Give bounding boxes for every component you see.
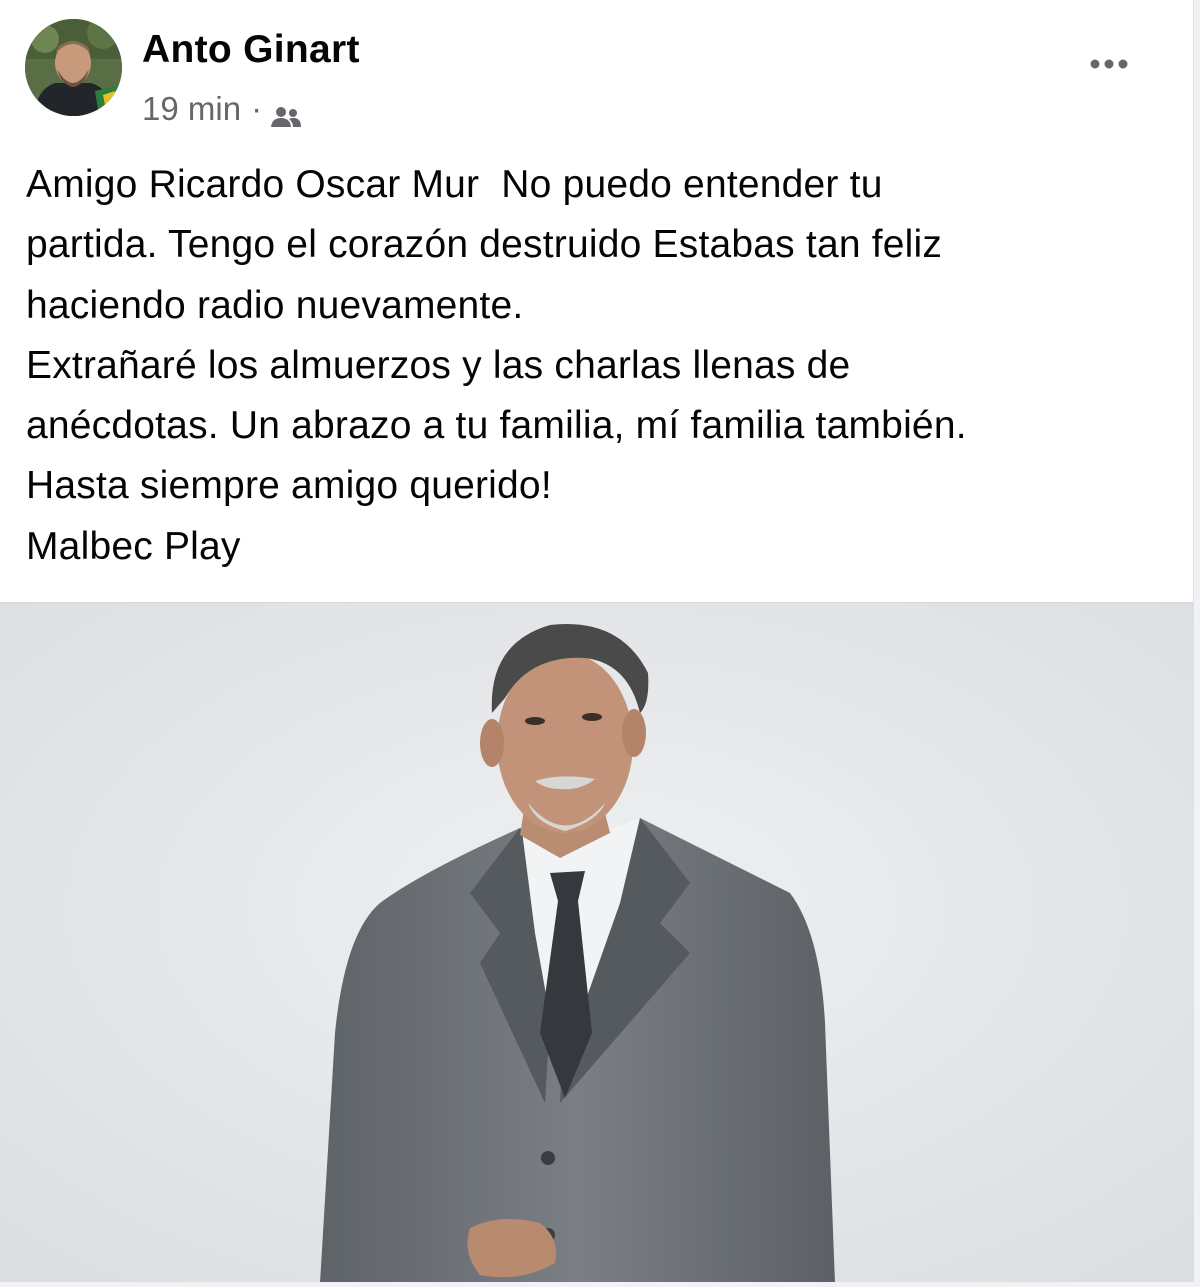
author-avatar[interactable] <box>25 19 122 116</box>
post-text-line: partida. Tengo el corazón destruido Esta… <box>26 223 943 267</box>
facebook-post: Anto Ginart 19 min · Amigo Ricardo Oscar <box>0 0 1194 1282</box>
post-text-line: Extrañaré los almuerzos y las charlas ll… <box>26 343 851 387</box>
post-text-line: anécdotas. Un abrazo a tu familia, mí fa… <box>26 404 967 448</box>
friends-icon[interactable] <box>270 99 302 127</box>
more-options-icon[interactable] <box>1084 44 1134 84</box>
post-header: Anto Ginart 19 min · <box>0 0 1193 140</box>
post-text: Amigo Ricardo Oscar Mur No puedo entende… <box>26 155 1166 577</box>
post-text-line: Malbec Play <box>26 524 241 568</box>
meta-separator: · <box>251 90 263 127</box>
post-timestamp[interactable]: 19 min <box>142 90 241 128</box>
post-text-line: Hasta siempre amigo querido! <box>26 464 552 508</box>
post-photo[interactable] <box>0 602 1193 1282</box>
author-name[interactable]: Anto Ginart <box>142 28 360 72</box>
post-text-line: Amigo Ricardo Oscar Mur No puedo entende… <box>26 163 883 206</box>
post-meta: 19 min · <box>142 90 302 128</box>
post-text-line: haciendo radio nuevamente. <box>26 283 524 327</box>
